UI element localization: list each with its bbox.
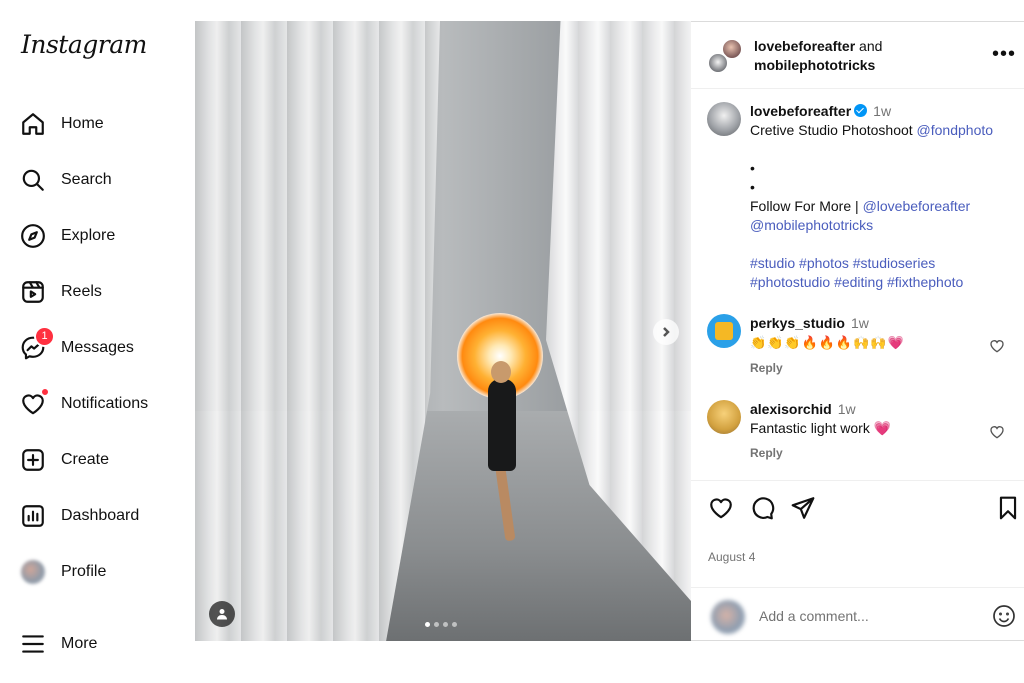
mention-link[interactable]: @lovebeforeafter <box>863 198 971 214</box>
profile-avatar <box>19 558 47 586</box>
more-options-button[interactable]: ••• <box>992 42 1016 66</box>
carousel-indicator <box>425 622 457 627</box>
chevron-right-icon <box>663 327 670 337</box>
mention-link[interactable]: @fondphoto <box>917 122 994 138</box>
avatar <box>711 600 745 634</box>
comment-username[interactable]: alexisorchid <box>750 401 832 417</box>
sidebar-item-create[interactable]: Create <box>19 440 189 480</box>
instagram-logo[interactable]: Instagram <box>21 30 147 59</box>
sidebar-item-label: Notifications <box>61 395 149 412</box>
post-actions: August 4 <box>691 480 1024 590</box>
comment-icon <box>752 497 775 520</box>
like-button[interactable] <box>708 495 734 521</box>
sidebar-item-label: Search <box>61 171 112 188</box>
add-comment-bar <box>691 587 1024 642</box>
send-icon <box>791 497 815 519</box>
mention-link[interactable]: @mobilephototricks <box>750 217 873 233</box>
carousel-dot <box>443 622 448 627</box>
comment-item: perkys_studio 1w 👏👏👏🔥🔥🔥🙌🙌💗 Reply <box>707 314 1008 378</box>
like-comment-button[interactable] <box>989 338 1005 354</box>
like-comment-button[interactable] <box>989 424 1005 440</box>
post-photo[interactable] <box>195 21 691 641</box>
reels-icon <box>19 278 47 306</box>
sidebar-item-profile[interactable]: Profile <box>19 552 189 592</box>
sidebar-item-more[interactable]: More <box>19 624 189 664</box>
model-figure <box>488 379 516 471</box>
sidebar-item-label: Explore <box>61 227 116 244</box>
compass-icon <box>19 222 47 250</box>
sidebar-item-explore[interactable]: Explore <box>19 216 189 256</box>
emoji-picker-button[interactable] <box>992 604 1016 628</box>
hashtags[interactable]: #studio #photos #studioseries <box>750 255 935 271</box>
sidebar-item-label: More <box>61 635 98 652</box>
sidebar-item-notifications[interactable]: Notifications <box>19 384 189 424</box>
sidebar-item-label: Profile <box>61 563 107 580</box>
hashtags[interactable]: #photostudio #editing #fixthephoto <box>750 274 963 290</box>
carousel-dot <box>434 622 439 627</box>
sidebar-item-dashboard[interactable]: Dashboard <box>19 496 189 536</box>
carousel-next-button[interactable] <box>653 319 679 345</box>
comment-input[interactable] <box>759 604 979 628</box>
smiley-icon <box>993 605 1015 627</box>
home-icon <box>19 110 47 138</box>
sidebar: Instagram Home Search Explore Reels 1 Me… <box>0 0 195 683</box>
sidebar-item-search[interactable]: Search <box>19 160 189 200</box>
caption: lovebeforeafter 1w Cretive Studio Photosh… <box>707 102 1008 292</box>
reply-button[interactable]: Reply <box>750 444 1008 463</box>
sidebar-item-label: Create <box>61 451 110 468</box>
caption-text: Cretive Studio Photoshoot <box>750 122 913 138</box>
sidebar-item-label: Dashboard <box>61 507 140 524</box>
post-details-panel: lovebeforeafter and mobilephototricks ••… <box>691 21 1024 641</box>
ellipsis-icon: ••• <box>992 43 1017 65</box>
author-link[interactable]: lovebeforeafter <box>754 38 855 54</box>
comment-time[interactable]: 1w <box>838 401 856 417</box>
notification-dot <box>41 388 49 396</box>
share-button[interactable] <box>790 495 816 521</box>
reply-button[interactable]: Reply <box>750 359 1008 378</box>
plus-square-icon <box>19 446 47 474</box>
carousel-dot <box>452 622 457 627</box>
menu-icon <box>19 630 47 658</box>
avatar[interactable] <box>707 400 741 434</box>
avatar[interactable] <box>707 102 741 136</box>
carousel-dot <box>425 622 430 627</box>
heart-icon <box>990 426 1004 439</box>
user-icon <box>217 609 227 620</box>
comment-text: 👏👏👏🔥🔥🔥🙌🙌💗 <box>750 336 905 351</box>
comment-time[interactable]: 1w <box>851 315 869 331</box>
messenger-icon: 1 <box>19 326 55 362</box>
post-authors: lovebeforeafter and mobilephototricks <box>754 38 883 73</box>
comment-item: alexisorchid 1w Fantastic light work 💗 Re… <box>707 400 1008 463</box>
save-button[interactable] <box>995 495 1021 521</box>
comments-list[interactable]: lovebeforeafter 1w Cretive Studio Photosh… <box>691 90 1024 480</box>
post-date[interactable]: August 4 <box>708 550 755 564</box>
dashboard-icon <box>19 502 47 530</box>
avatar <box>707 52 729 74</box>
caption-username[interactable]: lovebeforeafter <box>750 103 851 119</box>
heart-icon <box>710 498 732 519</box>
sidebar-item-label: Home <box>61 115 104 132</box>
sidebar-item-home[interactable]: Home <box>19 104 189 144</box>
verified-badge-icon <box>854 104 868 117</box>
comment-username[interactable]: perkys_studio <box>750 315 845 331</box>
tagged-users-button[interactable] <box>209 601 235 627</box>
bookmark-icon <box>999 496 1017 520</box>
caption-time[interactable]: 1w <box>873 103 891 119</box>
sidebar-item-label: Messages <box>61 339 134 356</box>
post-header: lovebeforeafter and mobilephototricks ••… <box>691 22 1024 89</box>
heart-icon <box>990 340 1004 353</box>
sidebar-item-reels[interactable]: Reels <box>19 272 189 312</box>
sidebar-item-messages[interactable]: 1 Messages <box>19 326 189 368</box>
comment-button[interactable] <box>749 495 775 521</box>
sidebar-item-label: Reels <box>61 283 102 300</box>
comment-text: Fantastic light work 💗 <box>750 420 892 436</box>
author-link[interactable]: mobilephototricks <box>754 57 875 73</box>
search-icon <box>19 166 47 194</box>
avatar[interactable] <box>707 314 741 348</box>
messages-count-badge: 1 <box>34 326 55 347</box>
heart-icon <box>19 388 49 418</box>
collab-avatars[interactable] <box>707 38 743 74</box>
